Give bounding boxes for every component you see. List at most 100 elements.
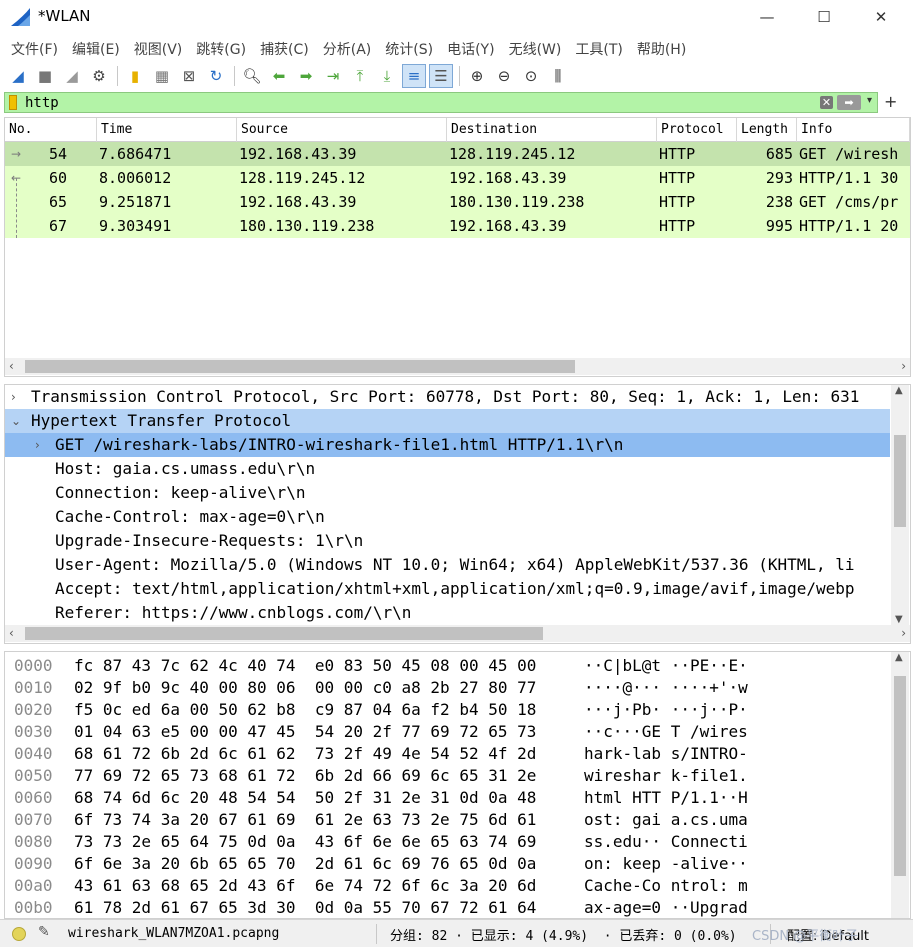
collapse-arrow-icon[interactable]: ⌄ bbox=[11, 409, 25, 433]
close-button[interactable]: ✕ bbox=[852, 0, 910, 34]
packet-row[interactable]: → 54 7.686471 192.168.43.39 128.119.245.12 HT… bbox=[5, 142, 910, 166]
scroll-thumb[interactable] bbox=[894, 435, 906, 527]
menu-item[interactable]: 编辑(E) bbox=[65, 36, 127, 60]
hex-bytes[interactable]: 6f 6e 3a 20 6b 65 65 70 2d 61 6c 69 76 6… bbox=[74, 853, 536, 875]
ascii-bytes[interactable]: ···j·Pb· ···j··P· bbox=[584, 699, 748, 721]
scroll-down-icon[interactable]: ▼ bbox=[895, 614, 903, 625]
menu-item[interactable]: 无线(W) bbox=[502, 36, 569, 60]
scroll-up-icon[interactable]: ▲ bbox=[895, 385, 903, 396]
detail-tree-item[interactable]: Accept: text/html,application/xhtml+xml,… bbox=[5, 577, 890, 601]
capture-options-icon[interactable]: ⚙ bbox=[87, 64, 111, 88]
ascii-bytes[interactable]: ··c···GE T /wires bbox=[584, 721, 748, 743]
capture-comment-icon[interactable]: ✎ bbox=[38, 924, 50, 940]
details-hscroll[interactable]: ‹ › bbox=[5, 625, 910, 642]
menu-item[interactable]: 帮助(H) bbox=[630, 36, 693, 60]
col-time-header[interactable]: Time bbox=[97, 118, 237, 142]
detail-tree-item[interactable]: Host: gaia.cs.umass.edu\r\n bbox=[5, 457, 890, 481]
detail-tree-item[interactable]: Connection: keep-alive\r\n bbox=[5, 481, 890, 505]
restart-capture-icon[interactable]: ◢ bbox=[60, 64, 84, 88]
details-vscroll[interactable]: ▲ ▼ bbox=[891, 385, 909, 625]
ascii-bytes[interactable]: on: keep -alive·· bbox=[584, 853, 748, 875]
ascii-bytes[interactable]: Cache-Co ntrol: m bbox=[584, 875, 748, 897]
menu-item[interactable]: 文件(F) bbox=[4, 36, 65, 60]
clear-filter-icon[interactable]: ✕ bbox=[820, 96, 833, 109]
find-packet-icon[interactable]: 🔍︎ bbox=[240, 64, 264, 88]
detail-tree-item[interactable]: Cache-Control: max-age=0\r\n bbox=[5, 505, 890, 529]
hex-bytes[interactable]: 61 78 2d 61 67 65 3d 30 0d 0a 55 70 67 7… bbox=[74, 897, 536, 918]
col-protocol-header[interactable]: Protocol bbox=[657, 118, 737, 142]
ascii-bytes[interactable]: hark-lab s/INTRO- bbox=[584, 743, 748, 765]
display-filter-input[interactable] bbox=[25, 93, 805, 112]
scroll-right-icon[interactable]: › bbox=[901, 625, 906, 642]
close-file-icon[interactable]: ⊠ bbox=[177, 64, 201, 88]
menu-item[interactable]: 工具(T) bbox=[568, 36, 629, 60]
go-to-packet-icon[interactable]: ⇥ bbox=[321, 64, 345, 88]
scroll-thumb[interactable] bbox=[25, 627, 543, 640]
filter-history-dropdown-icon[interactable]: ▾ bbox=[867, 95, 872, 106]
menu-item[interactable]: 跳转(G) bbox=[189, 36, 253, 60]
go-first-packet-icon[interactable]: ⤒ bbox=[348, 64, 372, 88]
apply-filter-icon[interactable]: ➡ bbox=[837, 95, 861, 110]
hex-bytes[interactable]: 6f 73 74 3a 20 67 61 69 61 2e 63 73 2e 7… bbox=[74, 809, 536, 831]
detail-tree-item[interactable]: ⌄ Hypertext Transfer Protocol bbox=[5, 409, 890, 433]
scroll-left-icon[interactable]: ‹ bbox=[9, 625, 14, 642]
ascii-bytes[interactable]: ····@··· ····+'·w bbox=[584, 677, 748, 699]
col-info-header[interactable]: Info bbox=[797, 118, 910, 142]
stop-capture-icon[interactable]: ■ bbox=[33, 64, 57, 88]
col-length-header[interactable]: Length bbox=[737, 118, 797, 142]
packet-list-hscroll[interactable]: ‹ › bbox=[5, 358, 910, 375]
bytes-vscroll[interactable]: ▲ bbox=[891, 652, 909, 918]
scroll-up-icon[interactable]: ▲ bbox=[895, 652, 903, 663]
ascii-bytes[interactable]: ax-age=0 ··Upgrad bbox=[584, 897, 748, 918]
detail-tree-item[interactable]: › GET /wireshark-labs/INTRO-wireshark-fil… bbox=[5, 433, 890, 457]
detail-tree-item[interactable]: Referer: https://www.cnblogs.com/\r\n bbox=[5, 601, 890, 625]
add-filter-button[interactable]: + bbox=[884, 92, 897, 111]
hex-bytes[interactable]: 43 61 63 68 65 2d 43 6f 6e 74 72 6f 6c 3… bbox=[74, 875, 536, 897]
detail-tree-item[interactable]: › Transmission Control Protocol, Src Port… bbox=[5, 385, 890, 409]
start-capture-icon[interactable]: ◢ bbox=[6, 64, 30, 88]
menu-item[interactable]: 分析(A) bbox=[316, 36, 379, 60]
scroll-left-icon[interactable]: ‹ bbox=[9, 358, 14, 375]
ascii-bytes[interactable]: ··C|bL@t ··PE··E· bbox=[584, 655, 748, 677]
scroll-right-icon[interactable]: › bbox=[901, 358, 906, 375]
ascii-bytes[interactable]: html HTT P/1.1··H bbox=[584, 787, 748, 809]
maximize-button[interactable]: ☐ bbox=[795, 0, 853, 34]
menu-item[interactable]: 统计(S) bbox=[378, 36, 440, 60]
autoscroll-icon[interactable]: ≡ bbox=[402, 64, 426, 88]
ascii-bytes[interactable]: wireshar k-file1. bbox=[584, 765, 748, 787]
zoom-in-icon[interactable]: ⊕ bbox=[465, 64, 489, 88]
hex-bytes[interactable]: 68 61 72 6b 2d 6c 61 62 73 2f 49 4e 54 5… bbox=[74, 743, 536, 765]
hex-bytes[interactable]: 01 04 63 e5 00 00 47 45 54 20 2f 77 69 7… bbox=[74, 721, 536, 743]
menu-item[interactable]: 电话(Y) bbox=[440, 36, 501, 60]
detail-tree-item[interactable]: Upgrade-Insecure-Requests: 1\r\n bbox=[5, 529, 890, 553]
col-destination-header[interactable]: Destination bbox=[447, 118, 657, 142]
hex-bytes[interactable]: 77 69 72 65 73 68 61 72 6b 2d 66 69 6c 6… bbox=[74, 765, 536, 787]
go-last-packet-icon[interactable]: ⤓ bbox=[375, 64, 399, 88]
expand-arrow-icon[interactable]: › bbox=[11, 385, 25, 409]
expand-arrow-icon[interactable]: › bbox=[35, 433, 49, 457]
go-forward-icon[interactable]: ➡ bbox=[294, 64, 318, 88]
detail-tree-item[interactable]: User-Agent: Mozilla/5.0 (Windows NT 10.0… bbox=[5, 553, 890, 577]
menu-item[interactable]: 捕获(C) bbox=[253, 36, 316, 60]
hex-bytes[interactable]: f5 0c ed 6a 00 50 62 b8 c9 87 04 6a f2 b… bbox=[74, 699, 536, 721]
resize-columns-icon[interactable]: ⫼ bbox=[546, 64, 570, 88]
col-source-header[interactable]: Source bbox=[237, 118, 447, 142]
open-file-icon[interactable]: ▮ bbox=[123, 64, 147, 88]
zoom-normal-icon[interactable]: ⊙ bbox=[519, 64, 543, 88]
hex-bytes[interactable]: 73 73 2e 65 64 75 0d 0a 43 6f 6e 6e 65 6… bbox=[74, 831, 536, 853]
packet-row[interactable]: 65 9.251871 192.168.43.39 180.130.119.238 HT… bbox=[5, 190, 910, 214]
expert-info-icon[interactable] bbox=[12, 927, 26, 941]
ascii-bytes[interactable]: ost: gai a.cs.uma bbox=[584, 809, 748, 831]
ascii-bytes[interactable]: ss.edu·· Connecti bbox=[584, 831, 748, 853]
colorize-icon[interactable]: ☰ bbox=[429, 64, 453, 88]
reload-file-icon[interactable]: ↻ bbox=[204, 64, 228, 88]
packet-row[interactable]: ← 60 8.006012 128.119.245.12 192.168.43.39 HT… bbox=[5, 166, 910, 190]
hex-bytes[interactable]: 68 74 6d 6c 20 48 54 54 50 2f 31 2e 31 0… bbox=[74, 787, 536, 809]
hex-bytes[interactable]: fc 87 43 7c 62 4c 40 74 e0 83 50 45 08 0… bbox=[74, 655, 536, 677]
hex-bytes[interactable]: 02 9f b0 9c 40 00 80 06 00 00 c0 a8 2b 2… bbox=[74, 677, 536, 699]
scroll-thumb[interactable] bbox=[894, 676, 906, 876]
zoom-out-icon[interactable]: ⊖ bbox=[492, 64, 516, 88]
col-no-header[interactable]: No. bbox=[5, 118, 97, 142]
packet-row[interactable]: 67 9.303491 180.130.119.238 192.168.43.39 HT… bbox=[5, 214, 910, 238]
minimize-button[interactable]: — bbox=[738, 0, 796, 34]
